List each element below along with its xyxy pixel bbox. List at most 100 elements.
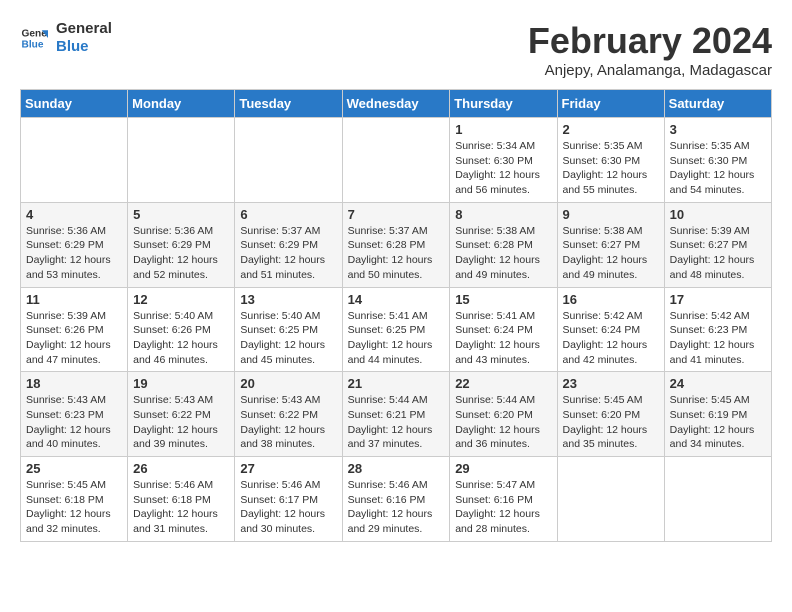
- calendar-cell: 18 Sunrise: 5:43 AM Sunset: 6:23 PM Dayli…: [21, 372, 128, 457]
- day-info: Sunrise: 5:42 AM Sunset: 6:23 PM Dayligh…: [670, 309, 766, 368]
- calendar-cell: 25Sunrise: 5:45 AM Sunset: 6:18 PM Dayli…: [21, 457, 128, 542]
- calendar-cell: 15 Sunrise: 5:41 AM Sunset: 6:24 PM Dayli…: [450, 287, 557, 372]
- logo-blue: Blue: [56, 38, 112, 56]
- calendar-cell: 14 Sunrise: 5:41 AM Sunset: 6:25 PM Dayli…: [342, 287, 450, 372]
- day-number: 15: [455, 292, 551, 307]
- day-number: 14: [348, 292, 445, 307]
- day-number: 3: [670, 122, 766, 137]
- day-info: Sunrise: 5:43 AM Sunset: 6:22 PM Dayligh…: [133, 393, 229, 452]
- day-info: Sunrise: 5:46 AM Sunset: 6:17 PM Dayligh…: [240, 478, 336, 537]
- calendar-cell: 29 Sunrise: 5:47 AM Sunset: 6:16 PM Dayli…: [450, 457, 557, 542]
- day-number: 16: [563, 292, 659, 307]
- day-info: Sunrise: 5:45 AM Sunset: 6:20 PM Dayligh…: [563, 393, 659, 452]
- location-title: Anjepy, Analamanga, Madagascar: [528, 62, 772, 79]
- day-info: Sunrise: 5:47 AM Sunset: 6:16 PM Dayligh…: [455, 478, 551, 537]
- day-info: Sunrise: 5:35 AM Sunset: 6:30 PM Dayligh…: [563, 139, 659, 198]
- day-number: 17: [670, 292, 766, 307]
- day-number: 28: [348, 461, 445, 476]
- calendar-cell: 19 Sunrise: 5:43 AM Sunset: 6:22 PM Dayli…: [128, 372, 235, 457]
- day-number: 18: [26, 376, 122, 391]
- day-number: 5: [133, 207, 229, 222]
- header-day-tuesday: Tuesday: [235, 90, 342, 118]
- calendar-cell: 4 Sunrise: 5:36 AM Sunset: 6:29 PM Daylig…: [21, 202, 128, 287]
- day-info: Sunrise: 5:46 AM Sunset: 6:16 PM Dayligh…: [348, 478, 445, 537]
- day-info: Sunrise: 5:44 AM Sunset: 6:20 PM Dayligh…: [455, 393, 551, 452]
- day-number: 29: [455, 461, 551, 476]
- day-info: Sunrise: 5:40 AM Sunset: 6:25 PM Dayligh…: [240, 309, 336, 368]
- day-info: Sunrise: 5:43 AM Sunset: 6:23 PM Dayligh…: [26, 393, 122, 452]
- day-info: Sunrise: 5:41 AM Sunset: 6:25 PM Dayligh…: [348, 309, 445, 368]
- day-info: Sunrise: 5:37 AM Sunset: 6:29 PM Dayligh…: [240, 224, 336, 283]
- week-row-3: 11Sunrise: 5:39 AM Sunset: 6:26 PM Dayli…: [21, 287, 772, 372]
- logo-general: General: [56, 20, 112, 38]
- calendar-cell: 8 Sunrise: 5:38 AM Sunset: 6:28 PM Daylig…: [450, 202, 557, 287]
- day-number: 21: [348, 376, 445, 391]
- header-day-thursday: Thursday: [450, 90, 557, 118]
- header-day-sunday: Sunday: [21, 90, 128, 118]
- calendar-cell: [21, 118, 128, 203]
- day-number: 26: [133, 461, 229, 476]
- day-number: 2: [563, 122, 659, 137]
- day-number: 7: [348, 207, 445, 222]
- calendar-cell: 6 Sunrise: 5:37 AM Sunset: 6:29 PM Daylig…: [235, 202, 342, 287]
- calendar-cell: 27Sunrise: 5:46 AM Sunset: 6:17 PM Dayli…: [235, 457, 342, 542]
- day-number: 24: [670, 376, 766, 391]
- calendar-cell: 3Sunrise: 5:35 AM Sunset: 6:30 PM Daylig…: [664, 118, 771, 203]
- calendar-cell: 22 Sunrise: 5:44 AM Sunset: 6:20 PM Dayli…: [450, 372, 557, 457]
- week-row-2: 4 Sunrise: 5:36 AM Sunset: 6:29 PM Daylig…: [21, 202, 772, 287]
- header-day-saturday: Saturday: [664, 90, 771, 118]
- calendar-cell: 10Sunrise: 5:39 AM Sunset: 6:27 PM Dayli…: [664, 202, 771, 287]
- calendar-cell: 9Sunrise: 5:38 AM Sunset: 6:27 PM Daylig…: [557, 202, 664, 287]
- calendar-cell: [664, 457, 771, 542]
- calendar-cell: 16 Sunrise: 5:42 AM Sunset: 6:24 PM Dayli…: [557, 287, 664, 372]
- logo: General Blue General Blue: [20, 20, 112, 56]
- day-info: Sunrise: 5:41 AM Sunset: 6:24 PM Dayligh…: [455, 309, 551, 368]
- calendar-cell: 2 Sunrise: 5:35 AM Sunset: 6:30 PM Daylig…: [557, 118, 664, 203]
- day-number: 22: [455, 376, 551, 391]
- day-info: Sunrise: 5:46 AM Sunset: 6:18 PM Dayligh…: [133, 478, 229, 537]
- day-info: Sunrise: 5:37 AM Sunset: 6:28 PM Dayligh…: [348, 224, 445, 283]
- day-number: 9: [563, 207, 659, 222]
- day-number: 1: [455, 122, 551, 137]
- day-number: 8: [455, 207, 551, 222]
- calendar-header-row: SundayMondayTuesdayWednesdayThursdayFrid…: [21, 90, 772, 118]
- day-info: Sunrise: 5:44 AM Sunset: 6:21 PM Dayligh…: [348, 393, 445, 452]
- day-number: 23: [563, 376, 659, 391]
- calendar-cell: 17 Sunrise: 5:42 AM Sunset: 6:23 PM Dayli…: [664, 287, 771, 372]
- day-number: 13: [240, 292, 336, 307]
- day-info: Sunrise: 5:42 AM Sunset: 6:24 PM Dayligh…: [563, 309, 659, 368]
- day-number: 12: [133, 292, 229, 307]
- week-row-4: 18 Sunrise: 5:43 AM Sunset: 6:23 PM Dayli…: [21, 372, 772, 457]
- week-row-5: 25Sunrise: 5:45 AM Sunset: 6:18 PM Dayli…: [21, 457, 772, 542]
- calendar-cell: 21 Sunrise: 5:44 AM Sunset: 6:21 PM Dayli…: [342, 372, 450, 457]
- day-info: Sunrise: 5:36 AM Sunset: 6:29 PM Dayligh…: [26, 224, 122, 283]
- calendar-cell: 23 Sunrise: 5:45 AM Sunset: 6:20 PM Dayli…: [557, 372, 664, 457]
- calendar-cell: 7 Sunrise: 5:37 AM Sunset: 6:28 PM Daylig…: [342, 202, 450, 287]
- calendar-cell: 1 Sunrise: 5:34 AM Sunset: 6:30 PM Daylig…: [450, 118, 557, 203]
- day-number: 19: [133, 376, 229, 391]
- calendar-cell: 24 Sunrise: 5:45 AM Sunset: 6:19 PM Dayli…: [664, 372, 771, 457]
- header-day-wednesday: Wednesday: [342, 90, 450, 118]
- header: General Blue General Blue February 2024 …: [20, 20, 772, 79]
- day-number: 4: [26, 207, 122, 222]
- day-info: Sunrise: 5:34 AM Sunset: 6:30 PM Dayligh…: [455, 139, 551, 198]
- day-info: Sunrise: 5:36 AM Sunset: 6:29 PM Dayligh…: [133, 224, 229, 283]
- calendar-cell: 12Sunrise: 5:40 AM Sunset: 6:26 PM Dayli…: [128, 287, 235, 372]
- day-number: 6: [240, 207, 336, 222]
- day-number: 10: [670, 207, 766, 222]
- calendar-cell: [557, 457, 664, 542]
- day-info: Sunrise: 5:45 AM Sunset: 6:18 PM Dayligh…: [26, 478, 122, 537]
- calendar-cell: [342, 118, 450, 203]
- week-row-1: 1 Sunrise: 5:34 AM Sunset: 6:30 PM Daylig…: [21, 118, 772, 203]
- day-info: Sunrise: 5:39 AM Sunset: 6:26 PM Dayligh…: [26, 309, 122, 368]
- header-day-friday: Friday: [557, 90, 664, 118]
- svg-text:General: General: [22, 28, 48, 39]
- calendar-table: SundayMondayTuesdayWednesdayThursdayFrid…: [20, 89, 772, 542]
- day-info: Sunrise: 5:38 AM Sunset: 6:28 PM Dayligh…: [455, 224, 551, 283]
- month-title: February 2024: [528, 20, 772, 62]
- logo-icon: General Blue: [20, 24, 48, 52]
- calendar-cell: 5 Sunrise: 5:36 AM Sunset: 6:29 PM Daylig…: [128, 202, 235, 287]
- day-info: Sunrise: 5:45 AM Sunset: 6:19 PM Dayligh…: [670, 393, 766, 452]
- calendar-cell: 11Sunrise: 5:39 AM Sunset: 6:26 PM Dayli…: [21, 287, 128, 372]
- calendar-cell: [128, 118, 235, 203]
